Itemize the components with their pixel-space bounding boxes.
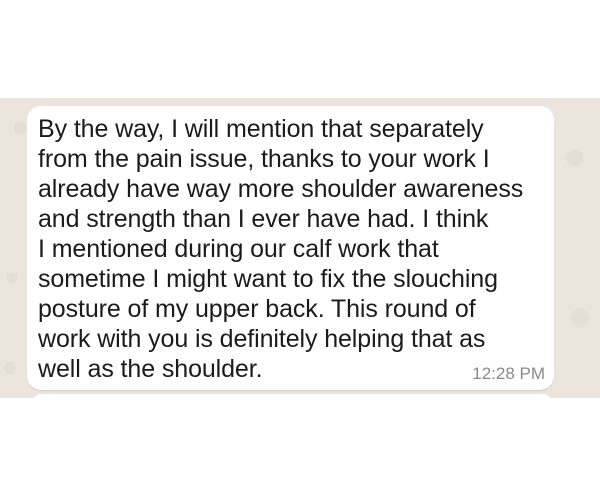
message-timestamp: 12:28 PM — [472, 364, 545, 383]
message-bubble[interactable]: By the way, I will mention that separate… — [27, 106, 554, 390]
next-message-bubble — [32, 394, 552, 398]
message-text: By the way, I will mention that separate… — [38, 115, 524, 383]
chat-background: By the way, I will mention that separate… — [0, 98, 600, 398]
